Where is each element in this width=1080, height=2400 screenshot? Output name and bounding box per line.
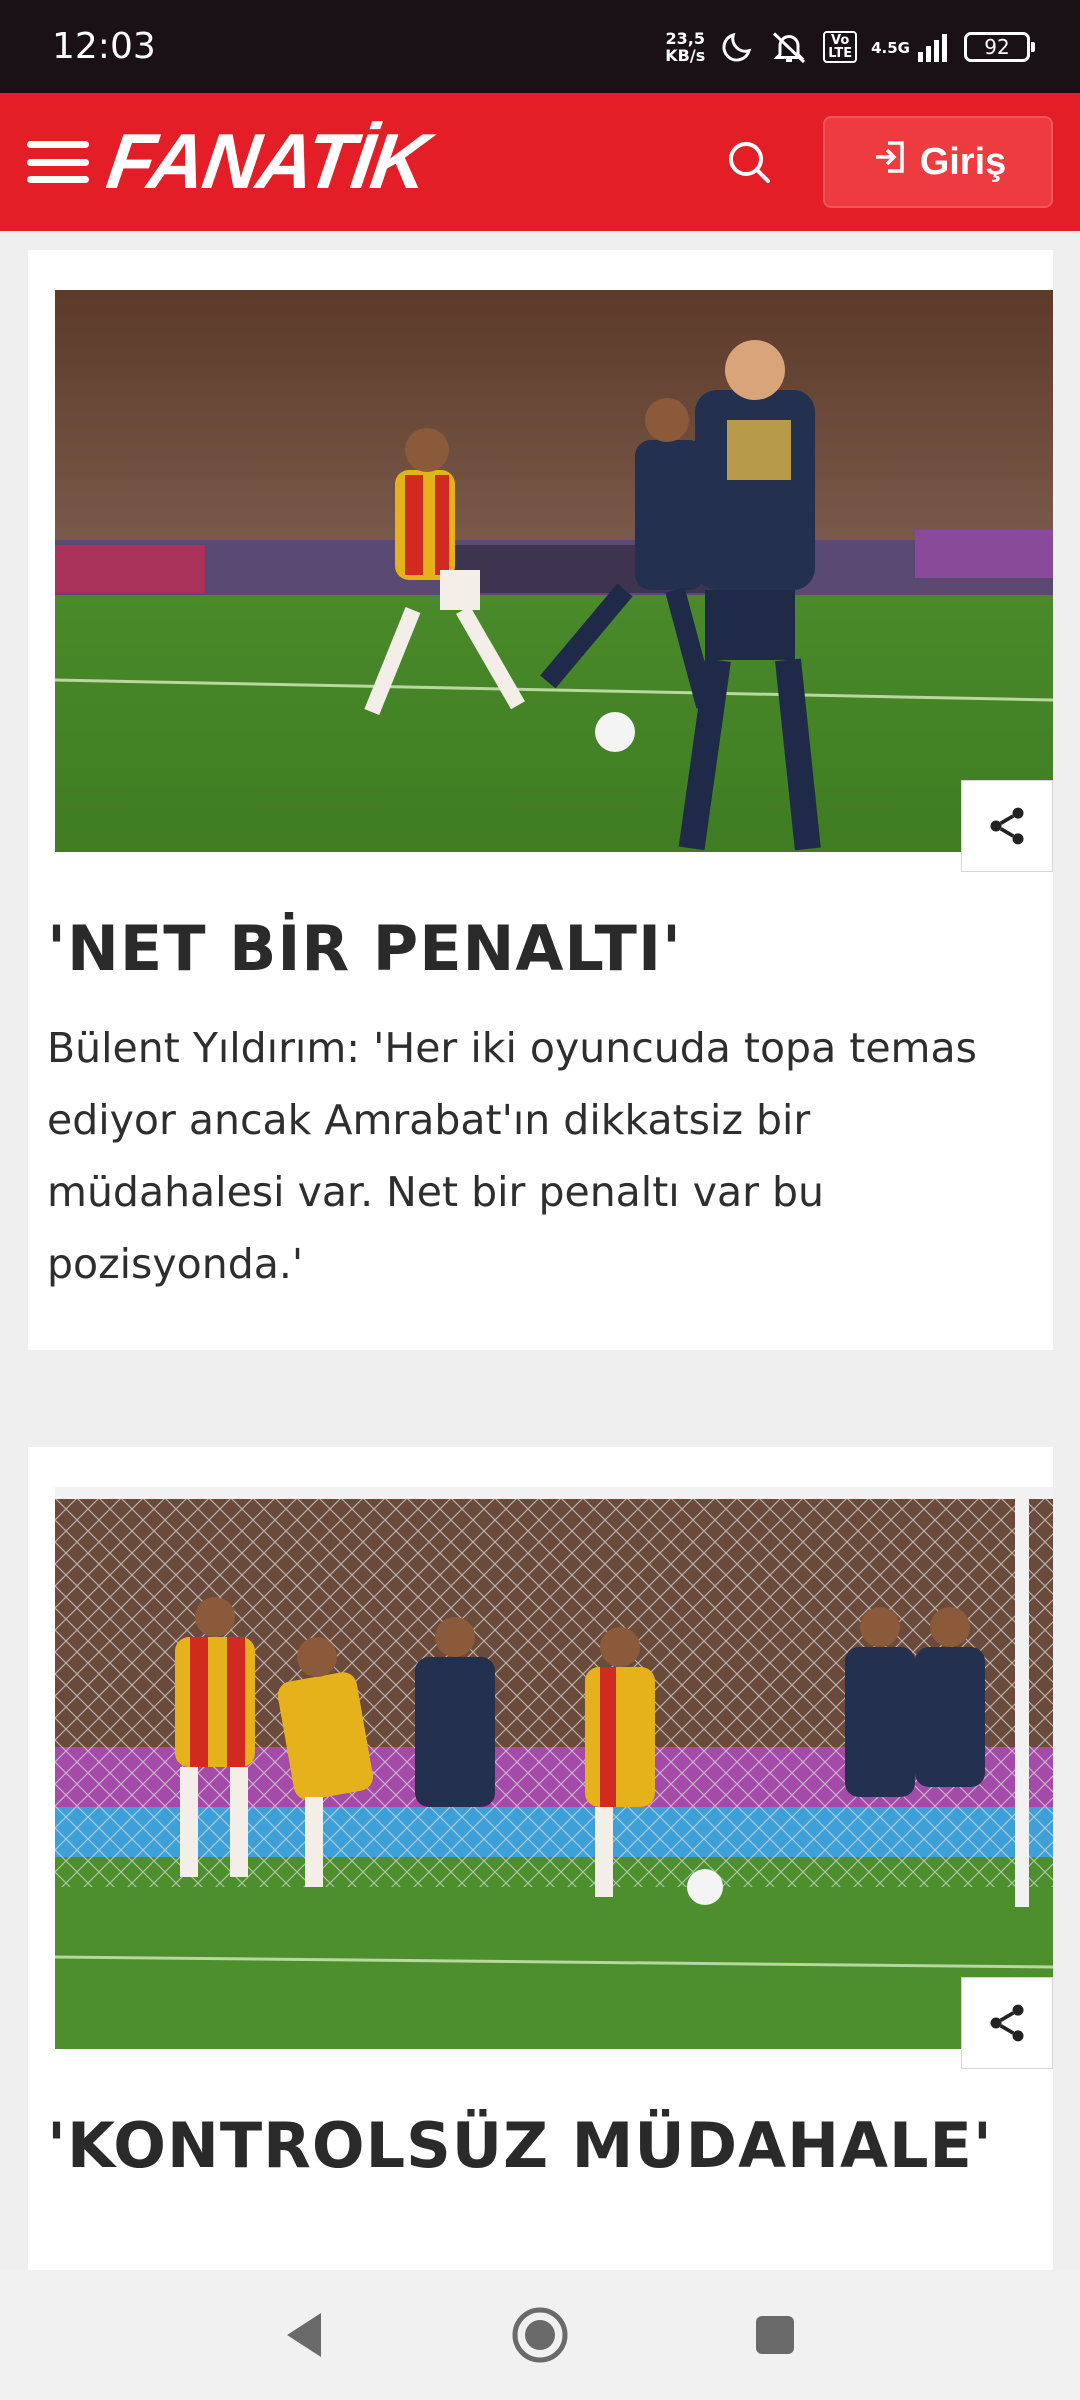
status-time: 12:03: [52, 26, 156, 67]
home-circle-icon[interactable]: [510, 2305, 570, 2365]
system-nav-bar: [0, 2270, 1080, 2400]
recents-square-icon[interactable]: [745, 2305, 805, 2365]
volte-badge: Vo LTE: [823, 30, 858, 63]
share-button[interactable]: [961, 780, 1053, 872]
network-speed: 23,5 KB/s: [665, 30, 705, 64]
network-speed-value: 23,5: [665, 28, 705, 48]
network-type: 4.5G: [871, 38, 910, 57]
fanatik-logo[interactable]: FANATİK: [102, 117, 433, 205]
status-icons: 23,5 KB/s Vo LTE 4.5G 92: [665, 29, 1035, 65]
article-text: Bülent Yıldırım: 'Her iki oyuncuda topa …: [47, 1024, 977, 1288]
battery-indicator: 92: [964, 31, 1035, 62]
volte-line2: LTE: [828, 45, 853, 61]
football-goal-photo[interactable]: [55, 1487, 1053, 2049]
share-icon: [990, 807, 1024, 845]
login-label: Giriş: [919, 140, 1007, 183]
signal-icon: [916, 32, 950, 62]
football-match-photo[interactable]: [55, 290, 1053, 852]
bell-muted-icon: [769, 29, 809, 65]
back-triangle-icon[interactable]: [275, 2305, 335, 2365]
article-card: 'KONTROLSÜZ MÜDAHALE': [28, 1447, 1053, 2270]
login-icon: [870, 137, 910, 187]
article-card: 'NET BİR PENALTI' Bülent Yıldırım: 'Her …: [28, 250, 1053, 1350]
share-icon: [990, 2004, 1024, 2042]
volte-line1: Vo: [831, 32, 850, 48]
network-speed-unit: KB/s: [665, 45, 706, 65]
hamburger-menu-icon[interactable]: [27, 137, 89, 187]
status-bar: 12:03 23,5 KB/s Vo LTE 4.5G 92: [0, 0, 1080, 93]
search-icon[interactable]: [722, 135, 778, 191]
article-title[interactable]: 'NET BİR PENALTI': [47, 910, 1037, 988]
app-header: FANATİK Giriş: [0, 93, 1080, 231]
login-button[interactable]: Giriş: [823, 116, 1053, 208]
share-button[interactable]: [961, 1977, 1053, 2069]
battery-level: 92: [984, 34, 1010, 59]
moon-icon: [719, 29, 755, 65]
article-title[interactable]: 'KONTROLSÜZ MÜDAHALE': [47, 2107, 1037, 2185]
